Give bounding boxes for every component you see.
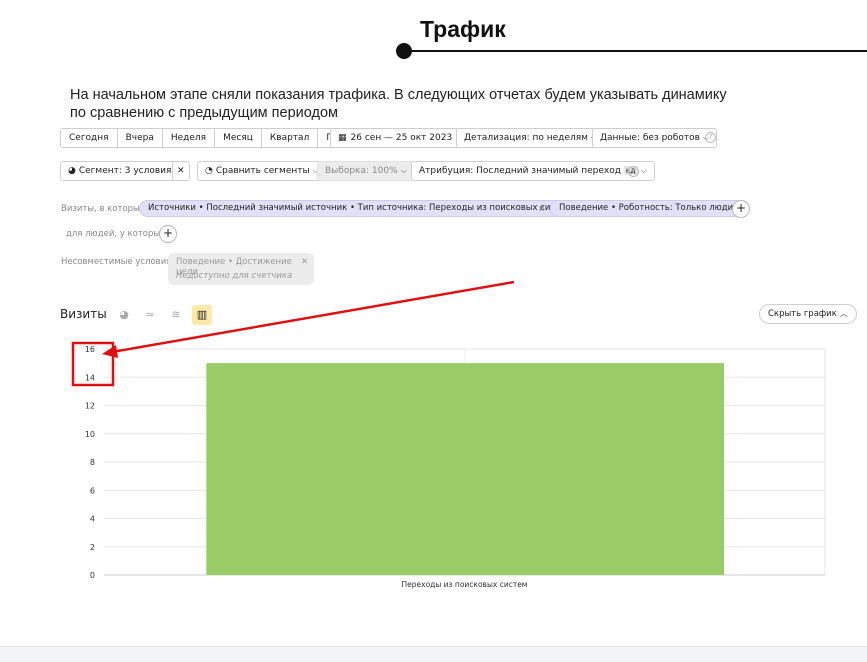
- bottom-scroll-strip: [0, 646, 867, 662]
- y-tick-label: 16: [85, 345, 95, 354]
- x-axis-labels: Переходы из поисковых систем: [402, 580, 528, 589]
- y-tick-label: 4: [90, 515, 95, 524]
- y-tick-label: 14: [85, 373, 95, 382]
- x-category-label: Переходы из поисковых систем: [402, 580, 528, 589]
- y-tick-label: 2: [90, 543, 95, 552]
- visits-bar-chart: 0 2 4 6 8 10 12 14 16 Переходы из поисковых сист…: [71, 280, 826, 589]
- y-tick-label: 8: [90, 458, 95, 467]
- annotation-arrow-line: [111, 280, 515, 354]
- bar: [206, 363, 725, 575]
- chart-bars: [206, 363, 725, 575]
- y-tick-label: 10: [85, 430, 95, 439]
- annotation-arrow-head: [102, 345, 118, 358]
- y-tick-label: 0: [90, 571, 95, 580]
- y-tick-label: 12: [85, 402, 95, 411]
- y-axis-ticks: 0 2 4 6 8 10 12 14 16: [85, 345, 95, 580]
- y-tick-label: 6: [90, 486, 95, 495]
